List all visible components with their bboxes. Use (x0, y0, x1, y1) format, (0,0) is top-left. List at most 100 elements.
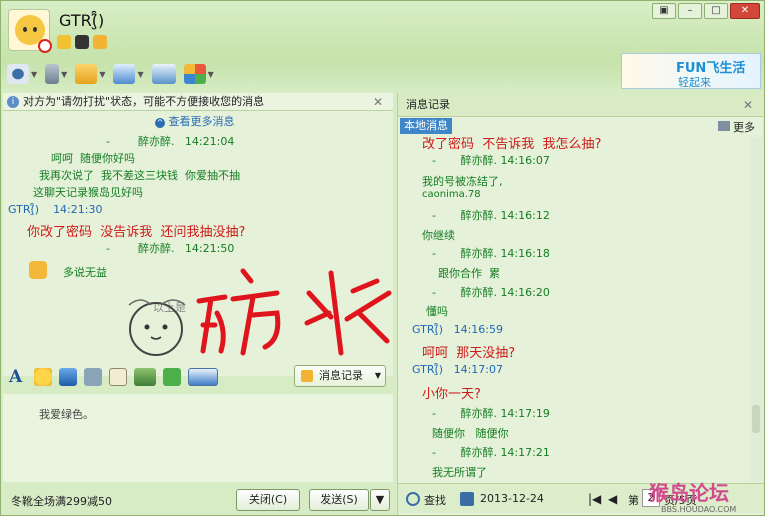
speaker-icon (718, 121, 730, 131)
mic-icon (45, 64, 60, 84)
history-entry: - 醉亦醉. 14:17:21 (432, 446, 550, 459)
voice-button[interactable]: ▼ (45, 62, 67, 86)
history-entry: - 醉亦醉. 14:16:07 (432, 154, 550, 167)
history-entry: - 醉亦醉. 14:16:18 (432, 247, 550, 260)
window-controls: ▣ – □ ✕ (652, 3, 760, 19)
chevron-down-icon[interactable]: ▼ (375, 366, 381, 386)
view-more-link[interactable]: ^ 查看更多消息 (155, 113, 235, 129)
thumbs-gesture-icon (29, 261, 47, 279)
do-not-disturb-icon (38, 39, 52, 53)
more-button[interactable]: 更多 (718, 119, 755, 135)
status-icons (57, 35, 107, 49)
message-text: 我再次说了 我不差这三块钱 你爱抽不抽 (39, 169, 240, 182)
message-text: 呵呵 随便你好吗 (51, 152, 135, 165)
chevron-down-icon[interactable]: ▼ (137, 70, 143, 79)
history-entry: 懂吗 (426, 305, 448, 318)
chevron-down-icon[interactable]: ▼ (99, 70, 105, 79)
history-title: 消息记录 (406, 98, 450, 111)
search-icon[interactable] (406, 492, 420, 506)
history-entry: 改了密码 不告诉我 我怎么抽? (422, 137, 602, 152)
screen-share-icon (151, 64, 176, 84)
chevron-down-icon[interactable]: ▼ (61, 70, 67, 79)
send-button[interactable]: 发送(S) (309, 489, 369, 511)
mascot-sketch (128, 299, 186, 356)
panda-icon[interactable] (75, 35, 89, 49)
history-scrollbar[interactable] (750, 137, 762, 482)
close-icon[interactable]: ✕ (743, 93, 753, 117)
video-button[interactable]: ▼ (7, 62, 37, 86)
history-entry: caonima.78 (422, 189, 481, 200)
history-entry: - 醉亦醉. 14:16:20 (432, 286, 550, 299)
file-transfer-icon (75, 64, 98, 84)
close-icon[interactable]: ✕ (373, 93, 383, 111)
apps-icon (183, 64, 206, 84)
screenshot-icon[interactable] (134, 368, 156, 386)
apps-button[interactable]: ▼ (183, 62, 214, 86)
music-icon[interactable] (163, 368, 181, 386)
message-text: 你改了密码 没告诉我 还问我抽没抽? (27, 225, 246, 240)
message-area[interactable]: ^ 查看更多消息 - 醉亦醉. 14:21:04 呵呵 随便你好吗 我再次说了 … (3, 111, 393, 376)
message-text: 这聊天记录猴岛见好吗 (33, 186, 143, 199)
ad-banner[interactable]: FUN飞生活 轻起来 (621, 53, 761, 89)
eye-icon (23, 27, 27, 32)
search-label[interactable]: 查找 (424, 492, 446, 508)
remote-desktop-button[interactable]: ▼ (113, 62, 144, 86)
magic-icon[interactable] (59, 368, 77, 386)
input-text: 我爱绿色。 (39, 408, 94, 421)
info-icon: i (7, 96, 19, 108)
note-icon[interactable] (109, 368, 127, 386)
dnd-notice-text: 对方为"请勿打扰"状态，可能不方便接收您的消息 (23, 95, 265, 108)
send-options-button[interactable]: ▼ (370, 489, 390, 511)
font-icon[interactable]: A (9, 367, 27, 387)
emoji-icon[interactable] (34, 368, 52, 386)
avatar[interactable] (8, 9, 52, 53)
scrollbar-thumb[interactable] (752, 405, 760, 433)
star-icon[interactable] (57, 35, 71, 49)
message-header: GTR(̮̑̑) 14:21:30 (8, 203, 103, 216)
title-bar: GTR(̮̑̑) ▣ – □ ✕ (1, 1, 764, 59)
arrow-up-icon: ^ (155, 118, 165, 128)
history-icon (301, 370, 313, 382)
history-entry: 小你一天? (422, 387, 481, 402)
promo-ticker[interactable]: 冬靴全场满299减50 (11, 493, 112, 509)
history-panel: 消息记录 ✕ 本地消息 更多 改了密码 不告诉我 我怎么抽? - 醉亦醉. 14… (397, 93, 764, 515)
bottom-bar: 冬靴全场满299减50 关闭(C) 发送(S) ▼ (3, 485, 393, 515)
file-transfer-button[interactable]: ▼ (75, 62, 105, 86)
chat-window: GTR(̮̑̑) ▣ – □ ✕ ▼ ▼ ▼ ▼ ▼ FUN飞生活 轻起来 i … (0, 0, 765, 516)
page-label: 第 (628, 494, 639, 507)
tab-local-messages[interactable]: 本地消息 (400, 118, 452, 134)
chevron-down-icon[interactable]: ▼ (31, 70, 37, 79)
video-icon (7, 64, 29, 84)
history-entry: GTR(̮̑̑) 14:16:59 (412, 323, 503, 336)
history-entry: GTR(̮̑̑) 14:17:07 (412, 363, 503, 376)
message-text: 多说无益 (63, 266, 107, 279)
top-toolbar: ▼ ▼ ▼ ▼ ▼ (7, 61, 214, 87)
history-entry: 你继续 (422, 229, 455, 242)
dnd-notice: i 对方为"请勿打扰"状态，可能不方便接收您的消息 ✕ (3, 93, 393, 111)
history-entry: - 醉亦醉. 14:16:12 (432, 209, 550, 222)
close-button[interactable]: 关闭(C) (236, 489, 300, 511)
history-entry: 呵呵 那天没抽? (422, 346, 516, 361)
minimize-icon[interactable]: – (678, 3, 702, 19)
history-entry: 随便你 随便你 (432, 427, 509, 440)
skin-icon[interactable]: ▣ (652, 3, 676, 19)
qq-penguin-icon[interactable] (93, 35, 107, 49)
calendar-icon[interactable] (460, 492, 474, 506)
video-clip-icon[interactable] (84, 368, 102, 386)
chevron-down-icon[interactable]: ▼ (208, 70, 214, 79)
more-label: 更多 (733, 121, 755, 134)
screen-capture-icon[interactable] (188, 368, 218, 386)
ad-line-2: 轻起来 (678, 76, 711, 89)
remote-desktop-icon (113, 64, 136, 84)
screen-share-button[interactable] (151, 62, 176, 86)
history-list[interactable]: 改了密码 不告诉我 我怎么抽? - 醉亦醉. 14:16:07 我的号被冻结了,… (398, 137, 748, 482)
maximize-icon[interactable]: □ (704, 3, 728, 19)
history-entry: 我无所谓了 (432, 466, 487, 479)
first-page-icon[interactable]: |◀ (588, 492, 601, 506)
message-input[interactable]: 我爱绿色。 (3, 394, 393, 482)
close-icon[interactable]: ✕ (730, 3, 760, 19)
history-entry: 我的号被冻结了, (422, 175, 503, 188)
prev-page-icon[interactable]: ◀ (608, 492, 617, 506)
history-date[interactable]: 2013-12-24 (480, 492, 544, 505)
message-history-button[interactable]: 消息记录 ▼ (294, 365, 386, 387)
